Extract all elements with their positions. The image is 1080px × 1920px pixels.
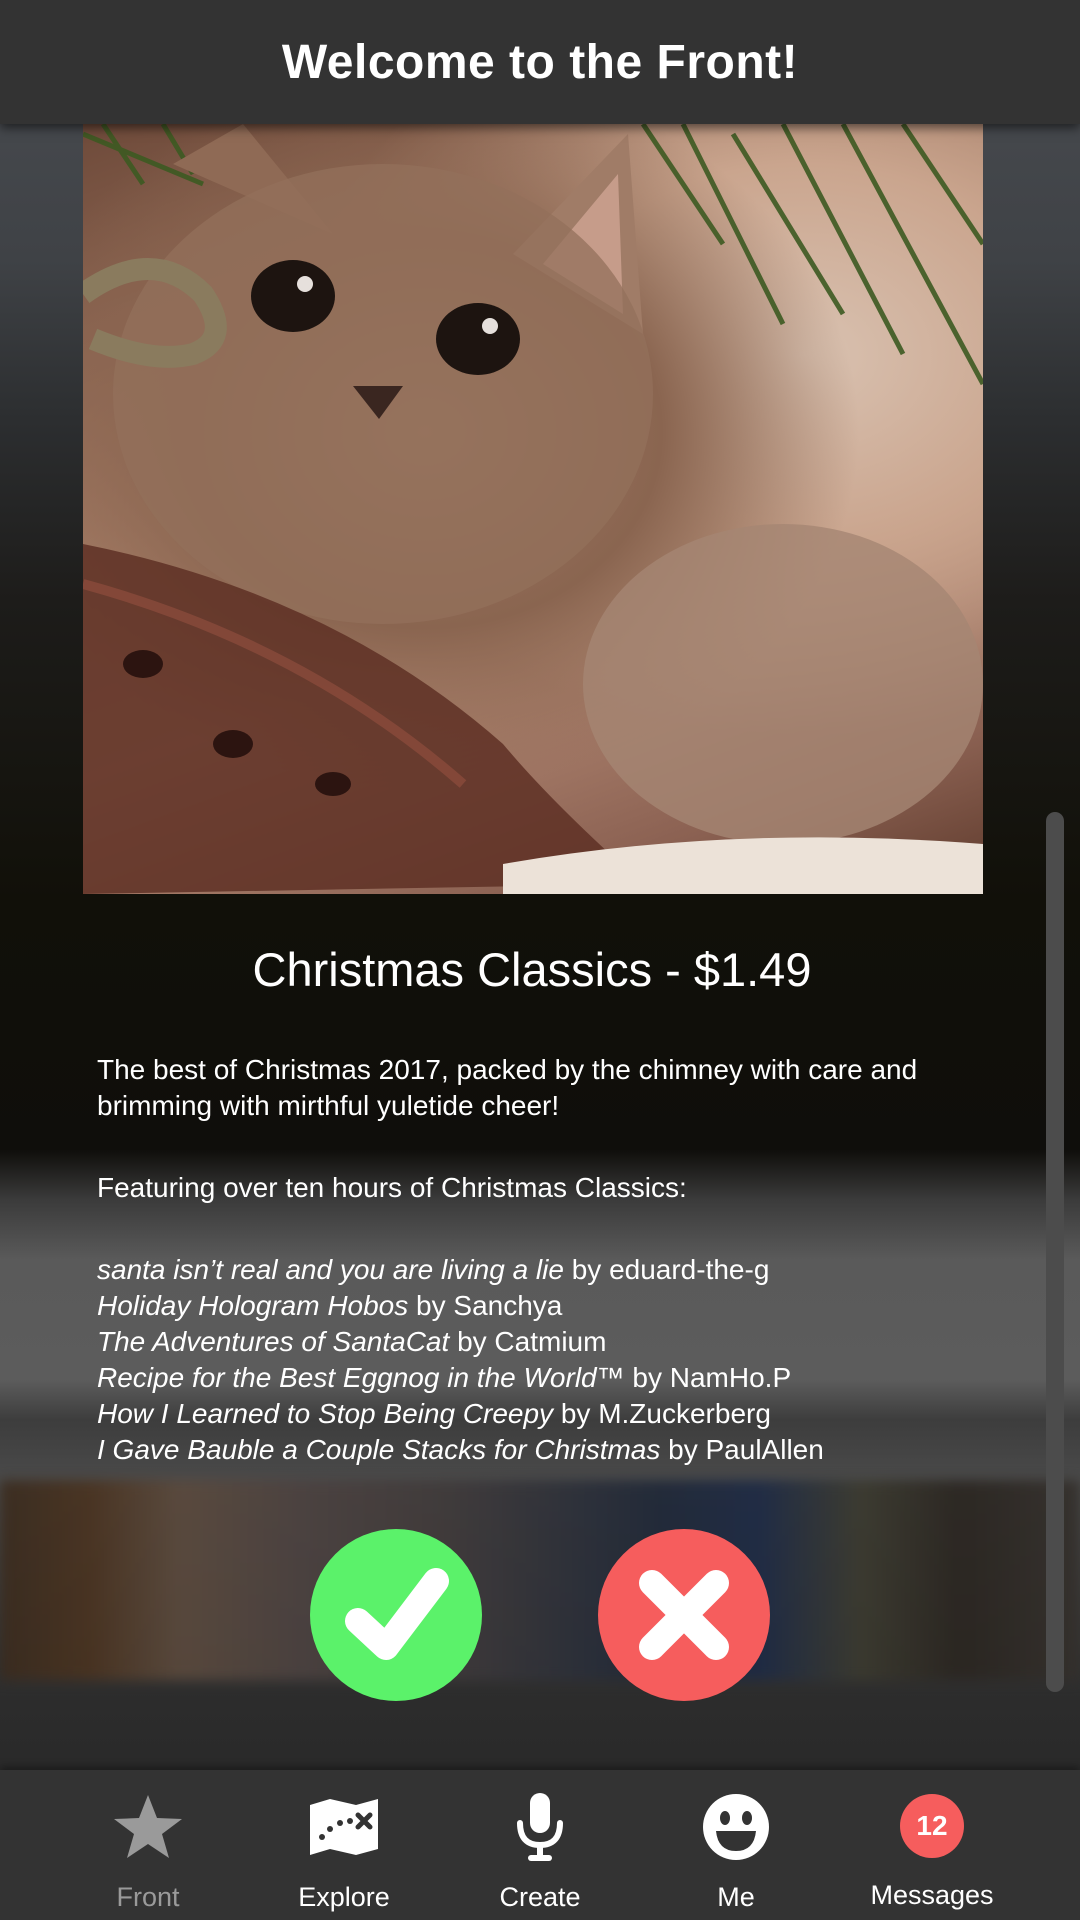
checkmark-icon [345, 1568, 449, 1660]
product-cat-photo [83, 124, 983, 894]
tab-me[interactable]: Me [638, 1770, 834, 1920]
track-title: How I Learned to Stop Being Creepy [97, 1398, 554, 1429]
x-icon [639, 1570, 729, 1660]
tab-label: Create [499, 1882, 581, 1912]
track-list: santa isn’t real and you are living a li… [97, 1252, 1017, 1468]
header-bar: Welcome to the Front! [0, 0, 1080, 124]
tab-create[interactable]: Create [442, 1770, 638, 1920]
tab-messages[interactable]: 12 Messages [834, 1770, 1030, 1920]
track-title: I Gave Bauble a Couple Stacks for Christ… [97, 1434, 661, 1465]
blurred-feed-thumbnails [0, 1480, 1080, 1680]
track-author: by Catmium [449, 1326, 607, 1357]
featuring-text: Featuring over ten hours of Christmas Cl… [97, 1172, 687, 1203]
tab-label: Explore [298, 1882, 390, 1912]
list-item: Recipe for the Best Eggnog in the World™… [97, 1360, 1017, 1396]
map-icon [310, 1799, 378, 1855]
star-icon [114, 1795, 182, 1858]
track-author: by Sanchya [408, 1290, 563, 1321]
accept-button[interactable] [310, 1529, 482, 1701]
list-item: How I Learned to Stop Being Creepy by M.… [97, 1396, 1017, 1432]
tab-label: Me [717, 1882, 755, 1912]
list-item: santa isn’t real and you are living a li… [97, 1252, 1017, 1288]
track-author: by NamHo.P [624, 1362, 792, 1393]
microphone-icon [517, 1793, 563, 1861]
track-title: The Adventures of SantaCat [97, 1326, 450, 1357]
list-item: Holiday Hologram Hobos by Sanchya [97, 1288, 1017, 1324]
track-title: Recipe for the Best Eggnog in the World™ [97, 1362, 625, 1393]
list-item: I Gave Bauble a Couple Stacks for Christ… [97, 1432, 1017, 1468]
track-author: by M.Zuckerberg [553, 1398, 771, 1429]
smiley-icon [703, 1794, 769, 1860]
track-title: Holiday Hologram Hobos [97, 1290, 409, 1321]
reject-button[interactable] [598, 1529, 770, 1701]
list-item: The Adventures of SantaCat by Catmium [97, 1324, 1017, 1360]
tab-label: Front [116, 1882, 180, 1912]
track-author: by eduard-the-g [563, 1254, 770, 1285]
track-author: by PaulAllen [660, 1434, 824, 1465]
tab-label: Messages [870, 1880, 994, 1910]
tab-front[interactable]: Front [50, 1770, 246, 1920]
track-title: santa isn’t real and you are living a li… [97, 1254, 564, 1285]
messages-badge: 12 [900, 1794, 964, 1858]
product-description: The best of Christmas 2017, packed by th… [97, 1054, 918, 1121]
page-title: Welcome to the Front! [281, 35, 799, 89]
tab-explore[interactable]: Explore [246, 1770, 442, 1920]
app-screen: Welcome to the Front! Christmas Classics… [0, 0, 1080, 1920]
product-title: Christmas Classics - $1.49 [252, 943, 812, 996]
bottom-tab-bar: Front Explore Create Me 12 Messages [0, 1770, 1080, 1920]
